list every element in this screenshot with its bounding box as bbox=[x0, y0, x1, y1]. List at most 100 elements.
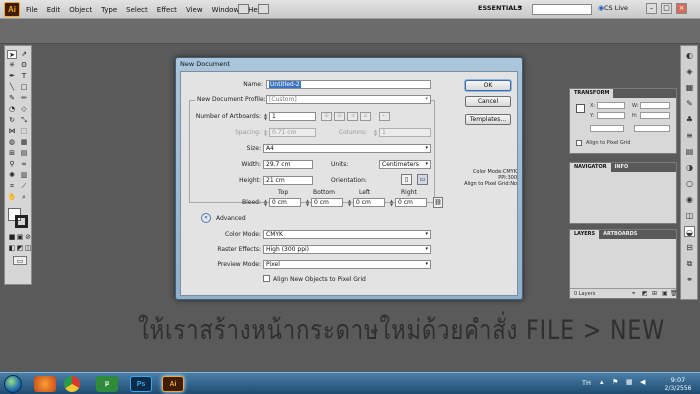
rotate-tool-icon[interactable]: ↻ bbox=[7, 116, 17, 125]
w-field[interactable] bbox=[640, 102, 670, 109]
appearance-icon[interactable]: ○ bbox=[684, 178, 695, 189]
arrange-by-row-icon[interactable]: ⇉ bbox=[347, 112, 358, 121]
clock-date[interactable]: 2/3/2556 bbox=[660, 385, 696, 392]
transparency-icon[interactable]: ◑ bbox=[684, 162, 695, 173]
pathfinder-icon[interactable]: ⧉ bbox=[684, 258, 695, 269]
swatches-icon[interactable]: ▦ bbox=[684, 82, 695, 93]
link-bleed-icon[interactable]: ⛓ bbox=[433, 197, 443, 208]
align-pixel-grid-checkbox[interactable] bbox=[576, 140, 582, 146]
bleed-right-field[interactable]: 0 cm bbox=[395, 198, 427, 207]
bleed-right-stepper-icon[interactable]: ▲ ▼ bbox=[389, 199, 394, 207]
reference-point-icon[interactable] bbox=[576, 104, 585, 113]
width-field[interactable]: 29.7 cm bbox=[263, 160, 313, 169]
help-search-input[interactable] bbox=[532, 4, 592, 15]
advanced-label[interactable]: Advanced bbox=[216, 215, 246, 222]
bleed-left-stepper-icon[interactable]: ▲ ▼ bbox=[347, 199, 352, 207]
direct-selection-tool-icon[interactable]: ⇗ bbox=[19, 50, 29, 59]
symbols-icon[interactable]: ♣ bbox=[684, 114, 695, 125]
align-pixel-grid-checkbox[interactable] bbox=[263, 275, 270, 282]
landscape-orientation-icon[interactable]: ▭ bbox=[417, 174, 428, 185]
raster-effects-select[interactable]: High (300 ppi) ▾ bbox=[263, 245, 431, 254]
arrange-documents-icon[interactable] bbox=[258, 4, 269, 14]
h-field[interactable] bbox=[640, 112, 670, 119]
align-icon[interactable]: ⊟ bbox=[684, 242, 695, 253]
menu-select[interactable]: Select bbox=[126, 6, 148, 14]
units-select[interactable]: Centimeters ▾ bbox=[379, 160, 431, 169]
mesh-tool-icon[interactable]: ⊞ bbox=[7, 149, 17, 158]
links-icon[interactable]: ⚭ bbox=[684, 274, 695, 285]
profile-select[interactable]: [Custom] ▾ bbox=[266, 95, 431, 104]
tab-artboards[interactable]: ARTBOARDS bbox=[599, 230, 641, 239]
symbol-sprayer-tool-icon[interactable]: ✺ bbox=[7, 171, 17, 180]
trash-icon[interactable]: 🗑 bbox=[670, 290, 678, 297]
make-clipping-mask-icon[interactable]: ◩ bbox=[642, 290, 648, 297]
bleed-bottom-stepper-icon[interactable]: ▲ ▼ bbox=[305, 199, 310, 207]
shape-builder-tool-icon[interactable]: ◍ bbox=[7, 138, 17, 147]
cs-live-button[interactable]: CS Live bbox=[604, 4, 628, 12]
color-guide-icon[interactable]: ◈ bbox=[684, 66, 695, 77]
bleed-top-field[interactable]: 0 cm bbox=[269, 198, 301, 207]
grid-by-row-icon[interactable]: ⊞ bbox=[321, 112, 332, 121]
ok-button[interactable]: OK bbox=[465, 80, 511, 91]
free-transform-tool-icon[interactable]: ⬚ bbox=[19, 127, 29, 136]
rotate-field[interactable] bbox=[590, 125, 624, 132]
y-field[interactable] bbox=[597, 112, 625, 119]
utorrent-icon[interactable]: µ bbox=[96, 376, 118, 392]
blend-tool-icon[interactable]: ∞ bbox=[19, 160, 29, 169]
start-button-icon[interactable] bbox=[4, 375, 22, 393]
slice-tool-icon[interactable]: ⟋ bbox=[19, 182, 29, 191]
artboards-field[interactable]: 1 bbox=[269, 112, 316, 121]
bleed-bottom-field[interactable]: 0 cm bbox=[311, 198, 343, 207]
action-center-flag-icon[interactable]: ⚑ bbox=[612, 378, 618, 386]
gradient-panel-icon[interactable]: ▤ bbox=[684, 146, 695, 157]
color-panel-icon[interactable]: ◐ bbox=[684, 50, 695, 61]
line-tool-icon[interactable]: ╲ bbox=[7, 83, 17, 92]
width-tool-icon[interactable]: ⋈ bbox=[7, 127, 17, 136]
stroke-swatch[interactable] bbox=[15, 215, 28, 228]
menu-object[interactable]: Object bbox=[69, 6, 92, 14]
firefox-icon[interactable] bbox=[34, 376, 56, 392]
tab-transform[interactable]: TRANSFORM bbox=[570, 89, 614, 98]
workspace-switcher[interactable]: ESSENTIALS bbox=[478, 4, 522, 12]
column-graph-tool-icon[interactable]: ▥ bbox=[19, 171, 29, 180]
templates-button[interactable]: Templates... bbox=[465, 114, 511, 125]
artboard-tool-icon[interactable]: ⌗ bbox=[7, 182, 17, 191]
brushes-icon[interactable]: ✎ bbox=[684, 98, 695, 109]
type-tool-icon[interactable]: T bbox=[19, 72, 29, 81]
height-field[interactable]: 21 cm bbox=[263, 176, 313, 185]
lasso-tool-icon[interactable]: ʘ bbox=[19, 61, 29, 70]
pen-tool-icon[interactable]: ✒ bbox=[7, 72, 17, 81]
paintbrush-tool-icon[interactable]: ✎ bbox=[7, 94, 17, 103]
illustrator-taskbar-icon[interactable]: Ai bbox=[162, 376, 184, 392]
language-indicator[interactable]: TH bbox=[582, 379, 591, 387]
grid-by-column-icon[interactable]: ⊟ bbox=[334, 112, 345, 121]
draw-inside-icon[interactable]: ◫ bbox=[23, 244, 33, 253]
maximize-icon[interactable]: □ bbox=[661, 3, 672, 14]
artboards-panel-icon[interactable]: ◒ bbox=[684, 226, 695, 237]
shear-field[interactable] bbox=[634, 125, 670, 132]
eraser-tool-icon[interactable]: ◇ bbox=[19, 105, 29, 114]
graphic-styles-icon[interactable]: ◉ bbox=[684, 194, 695, 205]
blob-brush-tool-icon[interactable]: ◔ bbox=[7, 105, 17, 114]
network-icon[interactable]: ▦ bbox=[626, 378, 633, 386]
scale-tool-icon[interactable]: ⤡ bbox=[19, 116, 29, 125]
close-icon[interactable]: × bbox=[676, 3, 687, 14]
tab-info[interactable]: INFO bbox=[611, 163, 633, 172]
bleed-top-stepper-icon[interactable]: ▲ ▼ bbox=[263, 199, 268, 207]
menu-effect[interactable]: Effect bbox=[157, 6, 177, 14]
bleed-left-field[interactable]: 0 cm bbox=[353, 198, 385, 207]
volume-icon[interactable]: ◀ bbox=[640, 378, 645, 386]
menu-type[interactable]: Type bbox=[101, 6, 117, 14]
preview-mode-select[interactable]: Pixel ▾ bbox=[263, 260, 431, 269]
tab-layers[interactable]: LAYERS bbox=[570, 230, 600, 239]
advanced-toggle-icon[interactable]: « bbox=[201, 213, 211, 223]
magic-wand-tool-icon[interactable]: ✳ bbox=[7, 61, 17, 70]
right-to-left-icon[interactable]: ⇠ bbox=[379, 112, 390, 121]
pencil-tool-icon[interactable]: ✏ bbox=[19, 94, 29, 103]
name-field[interactable]: Untitled-2 bbox=[266, 80, 431, 89]
none-mode-icon[interactable]: ⊘ bbox=[23, 233, 33, 242]
color-mode-select[interactable]: CMYK ▾ bbox=[263, 230, 431, 239]
chrome-icon[interactable] bbox=[64, 376, 80, 392]
selection-tool-icon[interactable]: ➤ bbox=[7, 50, 17, 59]
stroke-icon[interactable]: ≡ bbox=[684, 130, 695, 141]
